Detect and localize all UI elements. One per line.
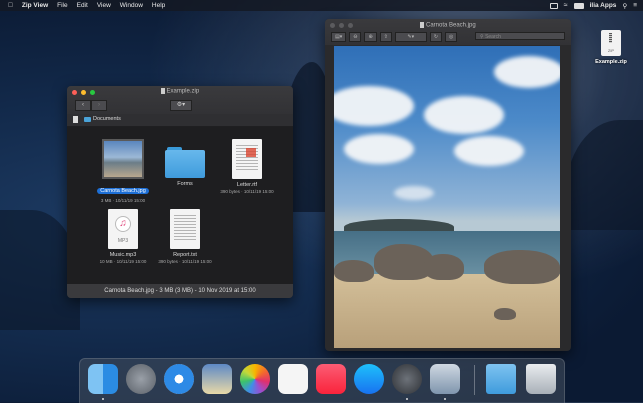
sidebar-toggle-button[interactable]: ▤▾ <box>331 32 347 42</box>
share-icon: ⇧ <box>383 34 388 40</box>
spotlight-search-icon[interactable]: ⚲ <box>622 2 627 10</box>
reminders-icon[interactable] <box>278 364 308 394</box>
file-name: Report.txt <box>173 252 197 258</box>
folder-icon <box>165 147 205 178</box>
downloads-folder-icon[interactable] <box>486 364 516 394</box>
dock <box>79 358 565 403</box>
finder-icon[interactable] <box>88 364 118 394</box>
file-meta: 390 bytes · 10/11/19 15:00 <box>220 189 274 194</box>
desktop-zip-file[interactable]: ZIP Example.zip <box>594 30 628 65</box>
zip-window-title: Example.zip <box>67 88 293 95</box>
action-menu-button[interactable]: ⚙▾ <box>170 100 192 111</box>
file-name: Music.mp3 <box>109 252 137 258</box>
safari-icon[interactable] <box>164 364 194 394</box>
music-icon[interactable] <box>316 364 346 394</box>
zoom-in-button[interactable]: ⊕ <box>364 32 377 42</box>
menu-help[interactable]: Help <box>152 2 165 9</box>
file-name: Forms <box>177 181 193 187</box>
wifi-icon[interactable]: ≈ <box>564 2 568 9</box>
gear-icon: ⚙▾ <box>176 102 186 108</box>
forward-button[interactable]: › <box>91 100 107 111</box>
rtf-document-icon <box>232 139 262 179</box>
adjust-icon: ◎ <box>449 34 454 40</box>
photo-thumbnail <box>102 139 144 179</box>
launchpad-icon[interactable] <box>126 364 156 394</box>
path-bar: Documents <box>67 114 293 127</box>
file-grid: Carnota Beach.jpg 3 MB · 10/11/19 15:00 … <box>67 127 293 284</box>
zip-view-window: Example.zip ‹ › ⚙▾ Documents Carnota Bea… <box>67 86 293 298</box>
app-store-icon[interactable] <box>354 364 384 394</box>
menu-bar:  Zip View File Edit View Window Help ≈ … <box>0 0 643 11</box>
menu-edit[interactable]: Edit <box>77 2 88 9</box>
desktop-file-label: Example.zip <box>595 59 627 65</box>
rotate-button[interactable]: ↻ <box>429 32 443 42</box>
sidebar-icon: ▤▾ <box>335 34 343 40</box>
file-meta: 390 bytes · 10/11/19 15:00 <box>158 259 212 264</box>
file-name: Carnota Beach.jpg <box>97 188 149 194</box>
zip-file-icon: ZIP <box>601 30 621 56</box>
markup-button[interactable]: ✎▾ <box>394 32 427 42</box>
zip-window-titlebar[interactable]: Example.zip ‹ › ⚙▾ <box>67 86 293 114</box>
search-field[interactable]: ⚲ Search <box>475 32 565 40</box>
zoom-out-icon: ⊖ <box>353 34 358 40</box>
back-button[interactable]: ‹ <box>75 100 91 111</box>
status-bar: Carnota Beach.jpg - 3 MB (3 MB) - 10 Nov… <box>67 284 293 298</box>
menu-window[interactable]: Window <box>120 2 143 9</box>
zoom-in-icon: ⊕ <box>368 34 373 40</box>
file-item-music[interactable]: ♫ MP3 Music.mp3 10 MB · 10/11/19 15:00 <box>88 209 158 264</box>
preview-window-titlebar[interactable]: Carnota Beach.jpg ▤▾ ⊖ ⊕ ⇧ ✎▾ ↻ ◎ ⚲ Sear… <box>325 19 571 45</box>
notification-center-icon[interactable]: ≡ <box>633 2 637 9</box>
file-meta: 10 MB · 10/11/19 15:00 <box>99 259 147 264</box>
rotate-icon: ↻ <box>433 34 439 40</box>
pen-icon: ✎▾ <box>407 34 415 40</box>
mp3-file-icon: ♫ MP3 <box>108 209 138 249</box>
image-file-icon <box>420 22 425 28</box>
preview-window: Carnota Beach.jpg ▤▾ ⊖ ⊕ ⇧ ✎▾ ↻ ◎ ⚲ Sear… <box>325 19 571 351</box>
file-name: Letter.rtf <box>236 182 258 188</box>
screen-mirroring-icon[interactable] <box>549 2 558 9</box>
share-button[interactable]: ⇧ <box>379 32 392 42</box>
menu-user-name[interactable]: ilia Apps <box>590 2 617 9</box>
apple-menu-icon[interactable]:  <box>8 2 13 9</box>
preview-icon[interactable] <box>430 364 460 394</box>
file-meta: 3 MB · 10/11/19 15:00 <box>100 198 146 203</box>
desktop-cliff-right <box>565 120 643 230</box>
archive-icon[interactable] <box>73 116 78 123</box>
zip-file-title-icon <box>160 88 165 94</box>
menu-view[interactable]: View <box>97 2 111 9</box>
path-segment-documents[interactable]: Documents <box>93 116 121 122</box>
zip-view-icon[interactable] <box>392 364 422 394</box>
photos-icon[interactable] <box>240 364 270 394</box>
dock-separator <box>474 365 475 395</box>
trash-icon[interactable] <box>526 364 556 394</box>
zoom-out-button[interactable]: ⊖ <box>349 32 362 42</box>
file-item-report[interactable]: Report.txt 390 bytes · 10/11/19 15:00 <box>150 209 220 264</box>
text-document-icon <box>170 209 200 249</box>
file-item-forms[interactable]: Forms <box>150 139 220 187</box>
battery-icon[interactable] <box>573 2 584 9</box>
preview-window-title: Carnota Beach.jpg <box>325 22 571 29</box>
file-item-carnota-beach[interactable]: Carnota Beach.jpg 3 MB · 10/11/19 15:00 <box>88 139 158 203</box>
mail-icon[interactable] <box>202 364 232 394</box>
file-item-letter[interactable]: Letter.rtf 390 bytes · 10/11/19 15:00 <box>212 139 282 194</box>
menu-app-name[interactable]: Zip View <box>22 2 48 9</box>
menu-file[interactable]: File <box>57 2 67 9</box>
adjust-button[interactable]: ◎ <box>445 32 458 42</box>
beach-photo <box>334 46 560 348</box>
folder-icon <box>84 117 91 122</box>
